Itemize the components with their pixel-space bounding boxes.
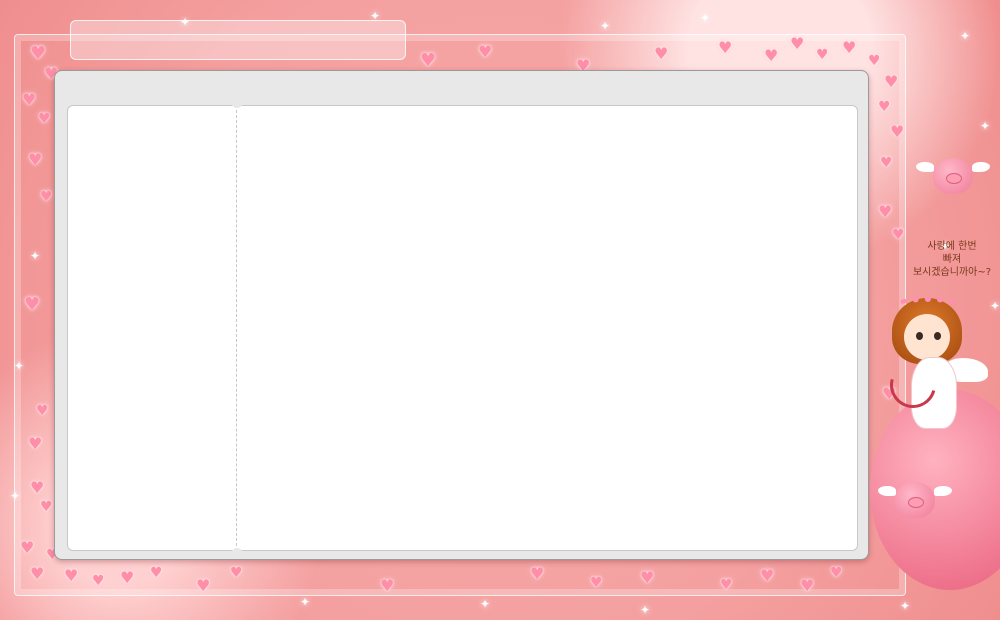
panel-divider bbox=[236, 110, 237, 546]
heart-icon: ♥ bbox=[28, 150, 43, 169]
heart-icon: ♥ bbox=[816, 47, 829, 63]
sparkle-icon: ✦ bbox=[10, 489, 21, 503]
heart-icon: ♥ bbox=[478, 42, 493, 61]
heart-icon: ♥ bbox=[36, 403, 49, 419]
heart-icon: ♥ bbox=[20, 538, 35, 557]
flying-pig-icon-2 bbox=[878, 480, 952, 520]
sparkle-icon: ✦ bbox=[600, 19, 611, 33]
heart-icon: ♥ bbox=[30, 478, 45, 497]
heart-icon: ♥ bbox=[800, 576, 815, 595]
heart-icon: ♥ bbox=[760, 566, 775, 585]
heart-icon: ♥ bbox=[830, 565, 843, 581]
heart-icon: ♥ bbox=[420, 50, 437, 71]
sparkle-icon: ✦ bbox=[980, 119, 991, 133]
heart-icon: ♥ bbox=[878, 202, 893, 221]
heart-icon: ♥ bbox=[24, 294, 41, 315]
heart-icon: ♥ bbox=[868, 53, 881, 69]
sparkle-icon: ✦ bbox=[14, 359, 25, 373]
heart-icon: ♥ bbox=[38, 111, 51, 127]
heart-icon: ♥ bbox=[196, 576, 211, 595]
heart-icon: ♥ bbox=[22, 90, 37, 109]
heart-icon: ♥ bbox=[92, 573, 105, 589]
heart-icon: ♥ bbox=[28, 434, 43, 453]
heart-icon: ♥ bbox=[150, 565, 163, 581]
heart-icon: ♥ bbox=[40, 499, 53, 515]
main-panel[interactable] bbox=[238, 106, 857, 550]
heart-icon: ♥ bbox=[530, 564, 545, 583]
heart-icon: ♥ bbox=[880, 155, 893, 171]
sparkle-icon: ✦ bbox=[960, 29, 971, 43]
content-area bbox=[67, 102, 858, 554]
side-panel[interactable] bbox=[68, 106, 236, 550]
heart-icon: ♥ bbox=[842, 38, 857, 57]
heart-icon: ♥ bbox=[790, 34, 805, 53]
sparkle-icon: ✦ bbox=[480, 597, 491, 611]
heart-icon: ♥ bbox=[890, 122, 905, 141]
caption-line-1: 사랑에 한번 bbox=[927, 241, 977, 252]
main-window bbox=[54, 70, 869, 560]
heart-icon: ♥ bbox=[884, 72, 899, 91]
heart-icon: ♥ bbox=[718, 38, 733, 57]
heart-icon: ♥ bbox=[764, 46, 779, 65]
caption-line-2: 빠져 bbox=[942, 254, 962, 265]
flying-pig-icon bbox=[916, 156, 990, 196]
sparkle-icon: ✦ bbox=[640, 603, 651, 617]
heart-icon: ♥ bbox=[30, 564, 45, 583]
cupid-illustration bbox=[878, 292, 998, 472]
sparkle-icon: ✦ bbox=[30, 249, 41, 263]
heart-icon: ♥ bbox=[40, 189, 53, 205]
caption-line-3: 보시겠습니까아~? bbox=[912, 267, 992, 278]
heart-icon: ♥ bbox=[878, 99, 891, 115]
sparkle-icon: ✦ bbox=[700, 11, 711, 25]
heart-icon: ♥ bbox=[30, 43, 47, 64]
sparkle-icon: ✦ bbox=[300, 595, 311, 609]
heart-icon: ♥ bbox=[640, 568, 655, 587]
title-input-area[interactable] bbox=[70, 20, 406, 60]
heart-icon: ♥ bbox=[654, 44, 669, 63]
heart-icon: ♥ bbox=[230, 565, 243, 581]
heart-icon: ♥ bbox=[720, 577, 733, 593]
sparkle-icon: ✦ bbox=[900, 599, 911, 613]
heart-icon: ♥ bbox=[590, 575, 603, 591]
heart-icon: ♥ bbox=[892, 227, 905, 243]
love-caption: 사랑에 한번 빠져 보시겠습니까아~? bbox=[906, 240, 998, 279]
heart-icon: ♥ bbox=[380, 576, 395, 595]
heart-icon: ♥ bbox=[64, 566, 79, 585]
heart-icon: ♥ bbox=[120, 568, 135, 587]
